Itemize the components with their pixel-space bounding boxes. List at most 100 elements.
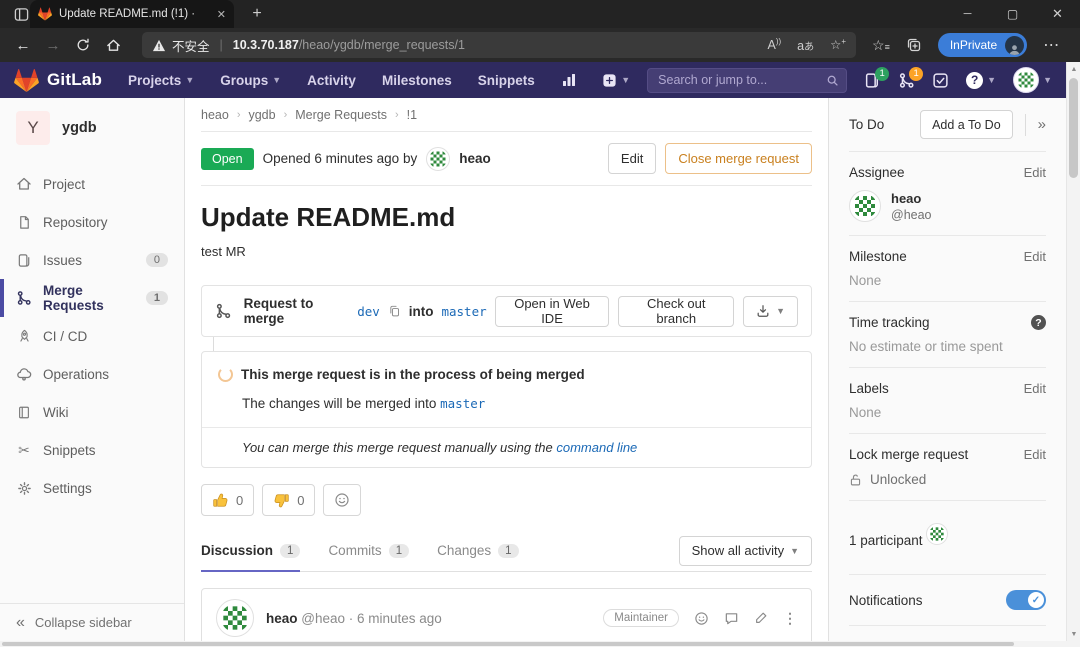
new-tab-button[interactable]: +: [246, 4, 268, 24]
notifications-toggle[interactable]: ✓: [1006, 590, 1046, 610]
add-todo-button[interactable]: Add a To Do: [920, 110, 1013, 139]
status-badge: Open: [201, 148, 254, 170]
nav-activity[interactable]: Activity: [307, 73, 356, 88]
changes-count-badge: 1: [498, 544, 518, 558]
command-line-link[interactable]: command line: [556, 440, 637, 455]
new-menu-button[interactable]: ▼: [602, 73, 630, 88]
commenter-avatar[interactable]: [216, 599, 254, 637]
edit-button[interactable]: Edit: [608, 143, 656, 174]
lock-value: Unlocked: [870, 472, 926, 487]
translate-icon[interactable]: aあ: [797, 38, 814, 53]
sidebar-item-settings[interactable]: Settings: [0, 469, 184, 507]
source-branch[interactable]: dev: [357, 304, 380, 319]
activity-filter-dropdown[interactable]: Show all activity ▼: [679, 536, 812, 566]
rocket-icon: [16, 329, 32, 344]
nav-snippets[interactable]: Snippets: [478, 73, 535, 88]
participants-section: 1 participant: [849, 501, 1046, 575]
loading-spinner-icon: [218, 367, 233, 382]
add-favorite-icon[interactable]: ☆+: [830, 37, 846, 52]
author-avatar[interactable]: [426, 147, 450, 171]
add-emoji-button[interactable]: [323, 484, 361, 516]
copy-branch-icon[interactable]: [388, 304, 401, 318]
breadcrumb-merge-requests[interactable]: Merge Requests: [295, 108, 387, 122]
thumbs-up-icon: [212, 492, 229, 509]
breadcrumb-mr-id[interactable]: !1: [407, 108, 417, 122]
more-actions-icon[interactable]: ⋮: [783, 610, 797, 627]
minimize-button[interactable]: ─: [945, 0, 990, 28]
scroll-up-icon[interactable]: ▲: [1067, 62, 1080, 76]
sidebar-item-merge-requests[interactable]: Merge Requests 1: [0, 279, 184, 317]
open-in-web-ide-button[interactable]: Open in Web IDE: [495, 296, 610, 327]
sidebar-item-issues[interactable]: Issues 0: [0, 241, 184, 279]
refresh-button[interactable]: [68, 32, 98, 58]
breadcrumb-project[interactable]: ygdb: [248, 108, 275, 122]
assignee-name[interactable]: heao: [891, 191, 932, 206]
project-header[interactable]: Y ygdb: [0, 98, 184, 155]
milestone-edit-link[interactable]: Edit: [1024, 249, 1046, 264]
sidebar-item-project[interactable]: Project: [0, 165, 184, 203]
tab-discussion[interactable]: Discussion 1: [201, 530, 300, 571]
merge-requests-counter[interactable]: 1: [898, 72, 915, 89]
user-menu[interactable]: ▼: [1013, 67, 1052, 93]
assignee-edit-link[interactable]: Edit: [1024, 165, 1046, 180]
reply-comment-icon[interactable]: [724, 611, 739, 626]
merge-request-page: heao › ygdb › Merge Requests › !1 Open O…: [185, 98, 828, 641]
tab-commits[interactable]: Commits 1: [328, 530, 409, 571]
browser-tab[interactable]: Update README.md (!1) · Merge ✕: [30, 0, 234, 28]
inprivate-badge[interactable]: InPrivate: [938, 33, 1027, 57]
forward-button[interactable]: →: [38, 32, 68, 58]
address-bar[interactable]: 不安全 | 10.3.70.187/heao/ygdb/merge_reques…: [142, 32, 856, 58]
collapse-sidebar-button[interactable]: « Collapse sidebar: [0, 603, 184, 641]
participant-avatar[interactable]: [926, 523, 948, 545]
commenter-name[interactable]: heao: [266, 611, 298, 626]
tab-close-icon[interactable]: ✕: [217, 8, 226, 21]
search-input[interactable]: [647, 68, 847, 93]
labels-edit-link[interactable]: Edit: [1024, 381, 1046, 396]
gitlab-logo[interactable]: GitLab: [14, 68, 102, 93]
browser-menu-icon[interactable]: ⋯: [1043, 35, 1060, 55]
close-merge-request-button[interactable]: Close merge request: [665, 143, 812, 174]
download-dropdown-button[interactable]: ▼: [743, 296, 798, 327]
check-out-branch-button[interactable]: Check out branch: [618, 296, 734, 327]
todos-icon[interactable]: [932, 72, 949, 89]
sidebar-item-snippets[interactable]: ✂ Snippets: [0, 431, 184, 469]
scroll-down-icon[interactable]: ▼: [1067, 627, 1080, 641]
thumbs-down-button[interactable]: 0: [262, 484, 315, 516]
add-reaction-icon[interactable]: [694, 611, 709, 626]
sidebar-item-cicd[interactable]: CI / CD: [0, 317, 184, 355]
notifications-section: Notifications ✓: [849, 575, 1046, 626]
nav-milestones[interactable]: Milestones: [382, 73, 452, 88]
sidebar-item-wiki[interactable]: Wiki: [0, 393, 184, 431]
nav-projects[interactable]: Projects▼: [128, 73, 194, 88]
chart-icon[interactable]: [561, 72, 577, 88]
issues-counter[interactable]: 1: [864, 72, 881, 89]
home-button[interactable]: [98, 32, 128, 58]
horizontal-scrollbar-thumb[interactable]: [2, 642, 1014, 646]
breadcrumb-group[interactable]: heao: [201, 108, 229, 122]
lock-edit-link[interactable]: Edit: [1024, 447, 1046, 462]
time-tracking-help-icon[interactable]: ?: [1031, 315, 1046, 330]
sidebar-item-operations[interactable]: Operations: [0, 355, 184, 393]
nav-groups[interactable]: Groups▼: [220, 73, 281, 88]
help-menu[interactable]: ? ▼: [966, 72, 996, 89]
author-name[interactable]: heao: [459, 151, 491, 166]
assignee-avatar[interactable]: [849, 190, 881, 222]
collections-icon[interactable]: [906, 37, 922, 53]
back-button[interactable]: ←: [8, 32, 38, 58]
collapse-right-sidebar-icon[interactable]: »: [1025, 114, 1046, 136]
close-button[interactable]: ✕: [1035, 0, 1080, 28]
favorites-icon[interactable]: ☆≡: [872, 37, 890, 54]
maximize-button[interactable]: ▢: [990, 0, 1035, 28]
target-branch[interactable]: master: [441, 304, 486, 319]
into-label: into: [409, 304, 434, 319]
read-aloud-icon[interactable]: A)): [767, 37, 781, 52]
edit-comment-icon[interactable]: [754, 611, 768, 625]
target-branch[interactable]: master: [440, 396, 485, 411]
thumbs-up-button[interactable]: 0: [201, 484, 254, 516]
tab-changes[interactable]: Changes 1: [437, 530, 518, 571]
vertical-scrollbar[interactable]: ▲ ▼: [1066, 62, 1080, 641]
sidebar-item-repository[interactable]: Repository: [0, 203, 184, 241]
vertical-scrollbar-thumb[interactable]: [1069, 78, 1078, 178]
horizontal-scrollbar[interactable]: [0, 641, 1080, 647]
merge-request-icon: [16, 290, 32, 306]
